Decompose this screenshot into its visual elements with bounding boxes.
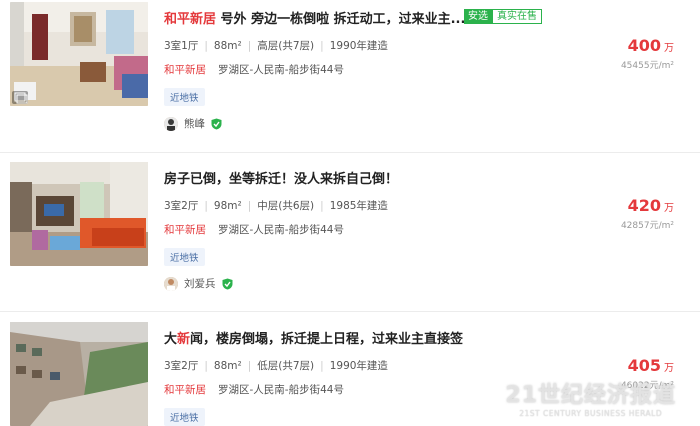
room-layout: 3室2厅 (164, 200, 199, 212)
anxuan-badge: 安选 (464, 9, 492, 24)
agent-info[interactable]: 熊峰 (164, 116, 222, 131)
room-layout: 3室1厅 (164, 40, 199, 52)
real-sale-badge: 真实在售 (492, 9, 542, 24)
community-line: 和平新居 罗湖区-人民南-船步街44号 (164, 222, 344, 237)
listing-specs: 3室2厅 | 98m² | 中层(共6层) | 1985年建造 (164, 200, 388, 212)
total-price: 400 万 (628, 36, 674, 55)
community-line: 和平新居 罗湖区-人民南-船步街44号 (164, 62, 344, 77)
agent-name[interactable]: 刘爱兵 (184, 276, 216, 291)
agent-avatar[interactable] (164, 116, 178, 131)
price-value: 420 (627, 196, 661, 215)
listing-title[interactable]: 和平新居 号外 旁边一栋倒啦 拆迁动工，过来业主... (164, 8, 464, 27)
price-unit: 万 (664, 363, 674, 374)
agent-avatar[interactable] (164, 276, 178, 291)
address: 罗湖区-人民南-船步街44号 (218, 224, 344, 236)
community-link[interactable]: 和平新居 (164, 224, 206, 236)
community-link[interactable]: 和平新居 (164, 64, 206, 76)
subway-tag: 近地铁 (164, 248, 205, 266)
floor-area: 98m² (213, 200, 242, 212)
floor-area: 88m² (213, 40, 242, 52)
listing-title[interactable]: 房子已倒，坐等拆迁！没人来拆自己倒！ (164, 168, 464, 187)
agent-info[interactable]: 刘爱兵 (164, 276, 233, 291)
address: 罗湖区-人民南-船步街44号 (218, 384, 344, 396)
agent-name[interactable]: 熊峰 (184, 116, 205, 131)
verified-shield-icon (211, 118, 222, 129)
title-text: 闻，楼房倒塌，拆迁提上日程，过来业主直接签 (190, 332, 464, 347)
floor-level: 中层(共6层) (257, 200, 315, 212)
floor-level: 高层(共7层) (257, 40, 315, 52)
listing-photo[interactable] (10, 2, 148, 106)
listing-divider (0, 311, 700, 312)
listing-title[interactable]: 大新闻，楼房倒塌，拆迁提上日程，过来业主直接签 (164, 328, 464, 347)
community-line: 和平新居 罗湖区-人民南-船步街44号 (164, 382, 344, 397)
build-year: 1990年建造 (329, 40, 388, 52)
news-watermark: 21世纪经济报道 21ST CENTURY BUSINESS HERALD (505, 377, 676, 418)
listing-divider (0, 152, 700, 153)
price-unit: 万 (664, 203, 674, 214)
title-highlight: 新 (177, 332, 191, 347)
title-text: 房子已倒，坐等拆迁！没人来拆自己倒！ (164, 172, 399, 187)
floor-area: 88m² (213, 360, 242, 372)
subway-tag: 近地铁 (164, 88, 205, 106)
listing-photo[interactable] (10, 162, 148, 266)
watermark-sub: 21ST CENTURY BUSINESS HERALD (519, 409, 663, 418)
build-year: 1990年建造 (329, 360, 388, 372)
listing-card[interactable]: 房子已倒，坐等拆迁！没人来拆自己倒！ 3室2厅 | 98m² | 中层(共6层) | 198… (0, 158, 700, 308)
listing-photo[interactable] (10, 322, 148, 426)
listing-specs: 3室2厅 | 88m² | 低层(共7层) | 1990年建造 (164, 360, 388, 372)
title-highlight: 和平新居 (164, 12, 217, 27)
title-prefix: 大 (164, 332, 178, 347)
total-price: 405 万 (628, 356, 674, 375)
title-text: 号外 旁边一栋倒啦 拆迁动工，过来业主... (220, 12, 464, 27)
listing-card[interactable]: 和平新居 号外 旁边一栋倒啦 拆迁动工，过来业主... 安选 真实在售 3室1厅… (0, 0, 700, 150)
price-value: 405 (627, 356, 661, 375)
badge-group: 安选 真实在售 (464, 9, 542, 24)
unit-price: 42857元/m² (620, 221, 674, 231)
community-link[interactable]: 和平新居 (164, 384, 206, 396)
room-layout: 3室2厅 (164, 360, 199, 372)
price-unit: 万 (664, 43, 674, 54)
living-room-photo (10, 162, 148, 266)
address: 罗湖区-人民南-船步街44号 (218, 64, 344, 76)
living-room-photo (10, 2, 148, 106)
watermark-main: 21世纪经济报道 (505, 383, 676, 408)
verified-shield-icon (222, 278, 232, 289)
floor-level: 低层(共7层) (257, 360, 315, 372)
build-year: 1985年建造 (329, 200, 388, 212)
unit-price: 45455元/m² (620, 61, 674, 71)
collapsed-building-photo (10, 322, 148, 426)
subway-tag: 近地铁 (164, 408, 205, 426)
price-value: 400 (627, 36, 661, 55)
listing-specs: 3室1厅 | 88m² | 高层(共7层) | 1990年建造 (164, 40, 388, 52)
gallery-icon[interactable] (12, 91, 28, 104)
total-price: 420 万 (628, 196, 674, 215)
